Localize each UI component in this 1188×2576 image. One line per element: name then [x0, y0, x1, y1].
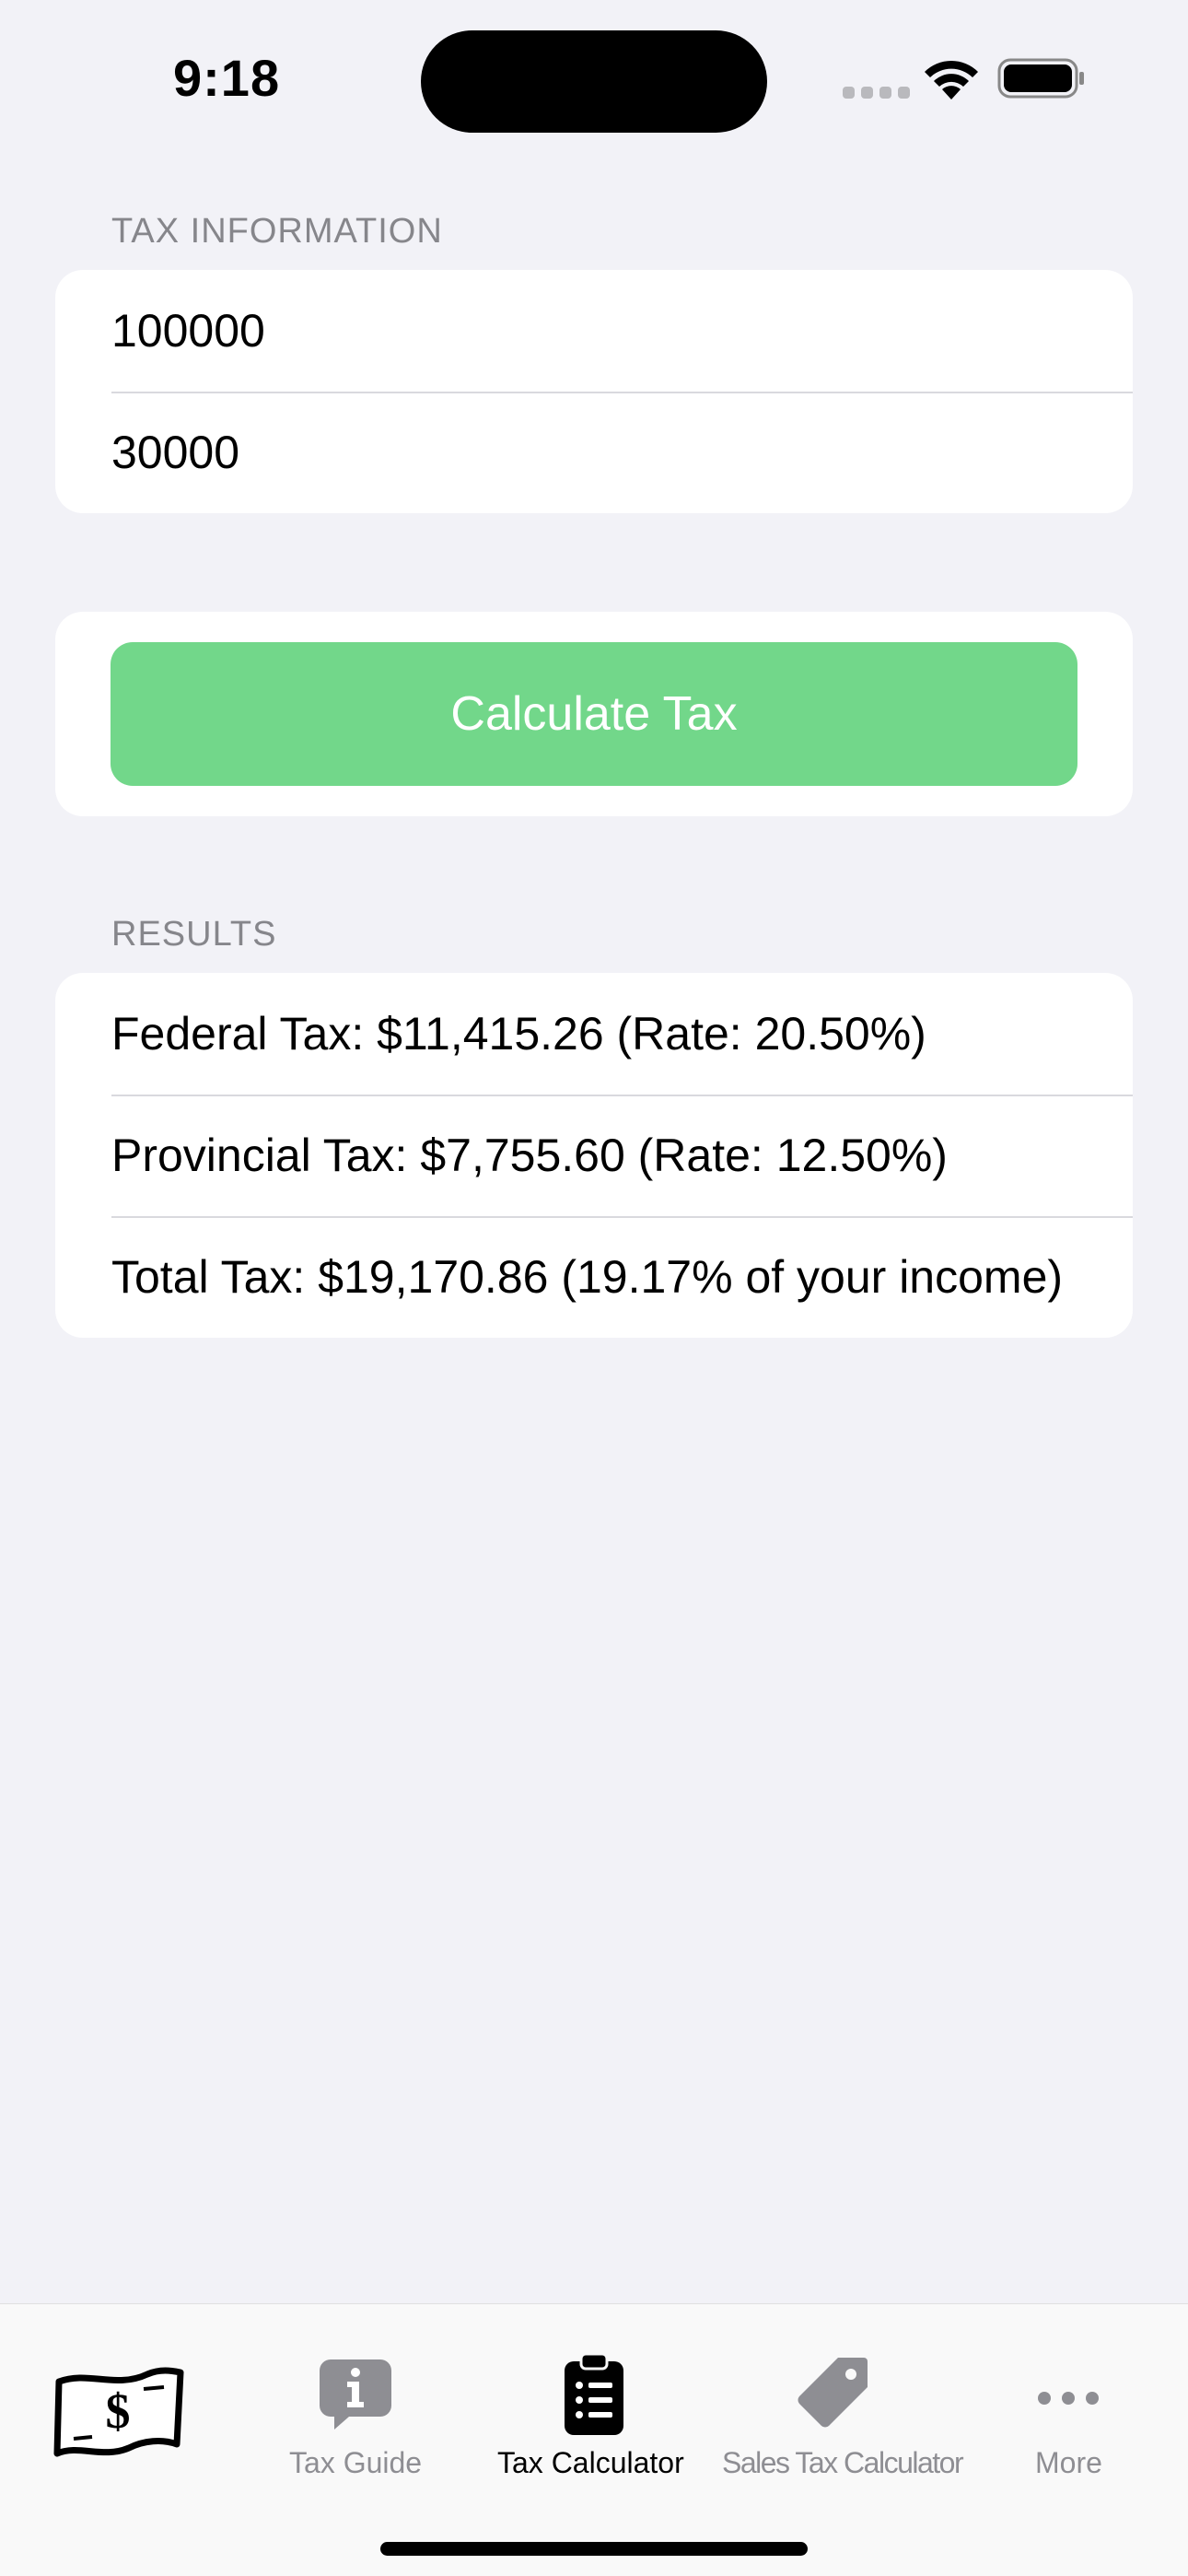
svg-text:$: $ — [106, 2383, 131, 2439]
provincial-tax-row: Provincial Tax: $7,755.60 (Rate: 12.50%) — [55, 1095, 1133, 1216]
tab-bar: $ Tax Guide Tax Calculator Sales Tax Cal… — [0, 2303, 1188, 2576]
federal-tax-row: Federal Tax: $11,415.26 (Rate: 20.50%) — [111, 1008, 926, 1060]
clipboard-list-icon — [565, 2354, 623, 2435]
second-amount-row — [55, 392, 1133, 513]
tab-tax-calculator[interactable]: Tax Calculator — [493, 2304, 695, 2516]
cellular-signal-icon — [843, 87, 910, 99]
price-tag-icon — [798, 2358, 868, 2428]
tab-tax-guide[interactable]: Tax Guide — [282, 2304, 429, 2516]
status-time: 9:18 — [173, 49, 281, 107]
tab-more[interactable]: More — [1013, 2304, 1124, 2516]
tax-information-card — [55, 270, 1133, 513]
wifi-icon — [925, 60, 978, 100]
calculate-tax-button[interactable]: Calculate Tax — [111, 642, 1077, 786]
tab-sales-tax-calculator-label: Sales Tax Calculator — [722, 2446, 964, 2479]
tab-sales-tax-calculator[interactable]: Sales Tax Calculator — [720, 2304, 964, 2516]
results-card: Federal Tax: $11,415.26 (Rate: 20.50%) P… — [55, 973, 1133, 1338]
tax-calculator-screen: 9:18 TAX INFORMATION Calculate Tax RESUL… — [0, 0, 1188, 2576]
income-row — [55, 270, 1133, 392]
info-bubble-icon — [320, 2359, 391, 2430]
second-amount-input[interactable] — [111, 426, 1032, 479]
dynamic-island — [421, 30, 767, 133]
tax-information-header: TAX INFORMATION — [111, 212, 443, 251]
tab-home[interactable]: $ — [44, 2304, 195, 2516]
results-header: RESULTS — [111, 915, 277, 954]
tab-tax-guide-label: Tax Guide — [289, 2446, 423, 2479]
battery-icon — [997, 58, 1084, 99]
income-input[interactable] — [111, 304, 1032, 357]
dollar-bill-icon: $ — [53, 2367, 184, 2457]
calculate-card: Calculate Tax — [55, 612, 1133, 816]
home-indicator[interactable] — [380, 2542, 808, 2556]
ellipsis-icon — [1038, 2392, 1099, 2405]
total-tax-row: Total Tax: $19,170.86 (19.17% of your in… — [55, 1216, 1133, 1338]
tab-more-label: More — [1035, 2446, 1102, 2479]
tab-tax-calculator-label: Tax Calculator — [497, 2446, 684, 2479]
